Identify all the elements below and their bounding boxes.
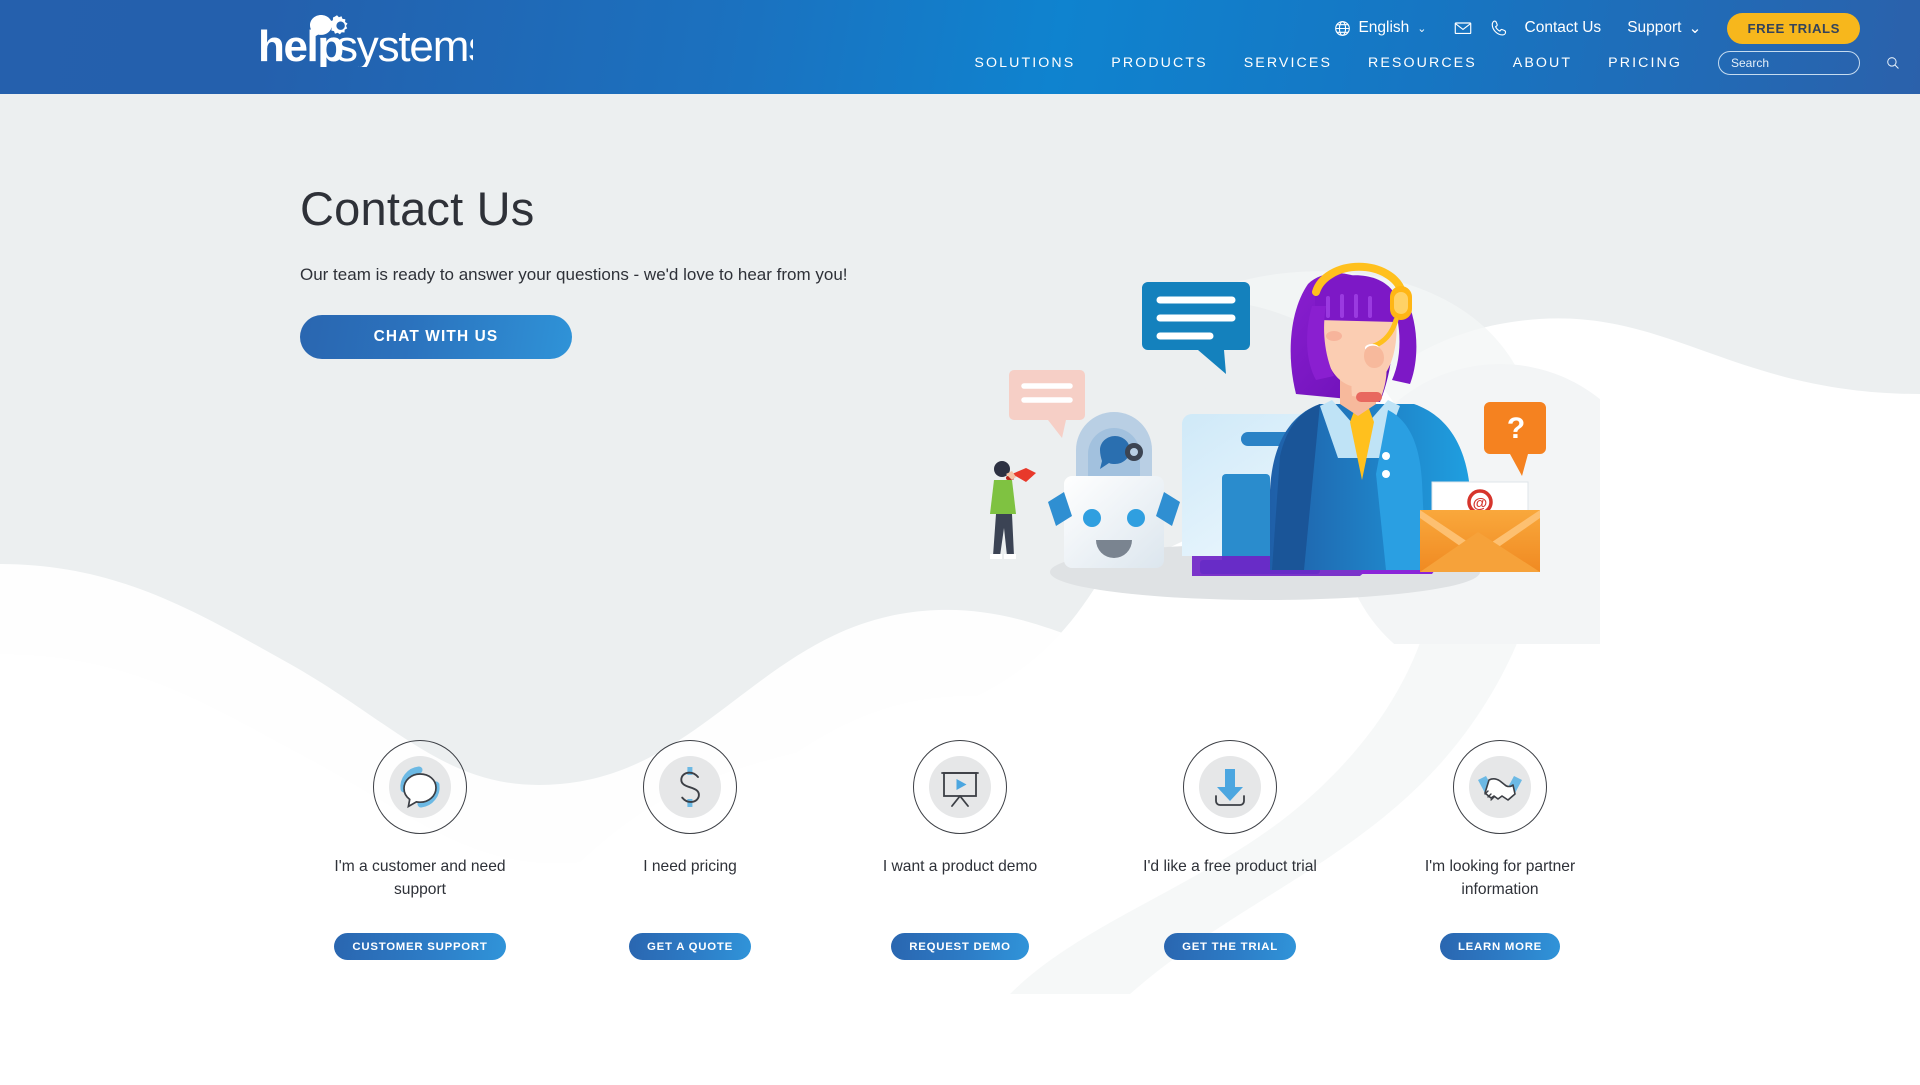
utility-nav: English ⌄ Contact Us Support ⌄ FREE TRIA… [1334,12,1860,44]
learn-more-button[interactable]: LEARN MORE [1439,933,1561,961]
phone-link[interactable] [1489,18,1509,38]
hero-subtitle: Our team is ready to answer your questio… [300,264,848,284]
page-title: Contact Us [300,182,535,235]
email-envelope: @ [1420,481,1540,572]
chatbot-robot [1048,412,1180,568]
card-label: I'm a customer and need support [334,858,506,898]
chevron-down-icon: ⌄ [1688,19,1702,37]
card-label: I'd like a free product trial [1143,858,1317,875]
card-icon-circle [373,740,467,834]
dollar-pricing-icon [680,767,700,807]
search-box[interactable] [1718,51,1899,75]
customer-support-agent-illustration: ? @ [960,224,1660,684]
support-label: Support [1627,19,1682,36]
contact-us-link[interactable]: Contact Us [1525,19,1602,37]
search-icon[interactable] [1886,56,1900,70]
contact-card-customer-support: I'm a customer and need support CUSTOMER… [285,740,555,961]
customer-support-button[interactable]: CUSTOMER SUPPORT [334,933,506,961]
contact-card-pricing: I need pricing GET A QUOTE [555,740,825,961]
contact-card-partner: I'm looking for partner information LEAR… [1365,740,1635,961]
hero-illustration-svg: ? @ [990,262,1660,684]
person-with-megaphone [990,461,1036,559]
card-icon-circle [1453,740,1547,834]
nav-item-pricing[interactable]: PRICING [1608,55,1682,71]
card-label: I want a product demo [882,858,1038,875]
card-label: I need pricing [643,858,737,875]
helpsystems-logo[interactable]: help systems [258,11,473,67]
contact-card-demo: I want a product demo REQUEST DEMO [825,740,1095,961]
language-selector[interactable]: English ⌄ [1334,19,1427,37]
svg-text:?: ? [1507,412,1525,445]
chevron-down-icon: ⌄ [1417,22,1427,35]
handshake-icon [1478,776,1522,801]
request-demo-button[interactable]: REQUEST DEMO [891,933,1029,961]
main-navigation: SOLUTIONS PRODUCTS SERVICES RESOURCES AB… [974,51,1899,75]
download-arrow-icon [1215,769,1245,806]
envelope-icon [1454,22,1471,35]
site-header: help systems English ⌄ [0,0,1920,94]
chat-support-icon [400,766,440,809]
search-input[interactable] [1731,56,1886,70]
free-trials-button[interactable]: FREE TRIALS [1727,12,1860,44]
language-label: English [1358,19,1410,36]
card-icon-circle [643,740,737,834]
get-a-quote-button[interactable]: GET A QUOTE [629,933,751,961]
contact-card-trial: I'd like a free product trial GET THE TR… [1095,740,1365,961]
hero-text-block: Contact Us Our team is ready to answer y… [300,182,940,359]
contact-options-row: I'm a customer and need support CUSTOMER… [0,740,1920,961]
nav-item-products[interactable]: PRODUCTS [1111,55,1207,71]
card-icon-circle [1183,740,1277,834]
nav-item-resources[interactable]: RESOURCES [1368,55,1477,71]
chat-with-us-button[interactable]: CHAT WITH US [300,314,572,359]
support-menu[interactable]: Support ⌄ [1627,19,1701,38]
svg-text:@: @ [1473,495,1488,512]
chat-bubble-pink [1009,370,1085,438]
phone-icon [1491,20,1506,36]
presentation-play-icon [941,772,979,807]
email-link[interactable] [1453,18,1473,38]
chat-bubble-blue [1142,282,1250,374]
svg-text:help: help [258,22,343,67]
globe-icon [1335,20,1351,36]
helpsystems-logo-svg: help systems [258,15,473,67]
svg-text:systems: systems [336,22,473,67]
nav-item-solutions[interactable]: SOLUTIONS [974,55,1075,71]
nav-item-services[interactable]: SERVICES [1244,55,1332,71]
get-the-trial-button[interactable]: GET THE TRIAL [1164,933,1296,961]
hero-section: Contact Us Our team is ready to answer y… [0,94,1920,684]
card-icon-circle [913,740,1007,834]
card-label: I'm looking for partner information [1424,858,1576,898]
nav-item-about[interactable]: ABOUT [1513,55,1572,71]
